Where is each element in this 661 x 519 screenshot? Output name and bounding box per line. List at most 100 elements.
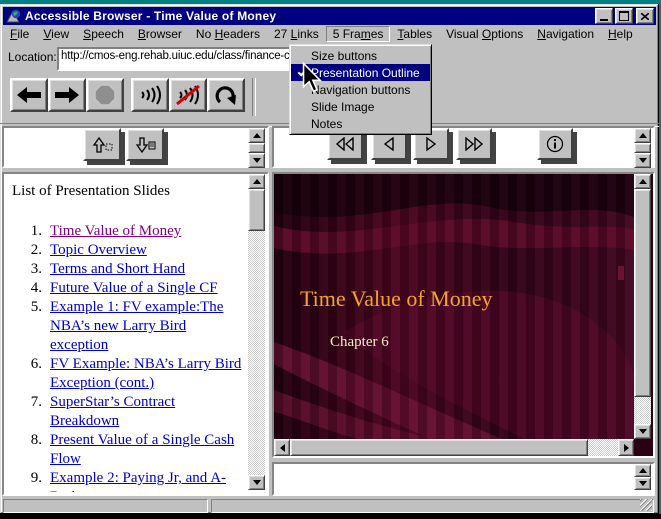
- speak-button[interactable]: [131, 78, 169, 112]
- menu-item-visual-options[interactable]: Visual Options: [439, 26, 530, 42]
- slide-list-item: 5.Example 1: FV example:The NBA’s new La…: [12, 298, 252, 355]
- last-slide-icon: [464, 137, 484, 151]
- reload-button[interactable]: [207, 78, 245, 112]
- status-bar-right: [211, 499, 654, 513]
- slide-list: 1.Time Value of Money2.Topic Overview3.T…: [12, 222, 252, 492]
- slide-link-topic-overview[interactable]: Topic Overview: [50, 241, 246, 260]
- menu-item-tables[interactable]: Tables: [390, 26, 439, 42]
- close-button[interactable]: [636, 8, 654, 24]
- menu-item-5-frames[interactable]: 5 Frames: [326, 26, 391, 42]
- title-bar: Accessible Browser - Time Value of Money: [3, 7, 656, 25]
- resize-grip[interactable]: [640, 499, 652, 511]
- down-arrow-icon: [639, 429, 647, 434]
- stop-sign-icon: [94, 84, 116, 106]
- slide-number: 8.: [12, 431, 42, 469]
- notes-frame: [272, 462, 655, 496]
- back-button[interactable]: [10, 78, 48, 112]
- scroll-left-button[interactable]: [274, 439, 290, 456]
- frames-menu-item-label: Slide Image: [311, 100, 374, 114]
- up-arrow-icon: [253, 133, 261, 138]
- frames-menu-item-label: Navigation buttons: [311, 83, 410, 97]
- menu-item-27-links[interactable]: 27 Links: [267, 26, 326, 42]
- scroll-down-button[interactable]: [634, 153, 651, 168]
- minimize-button[interactable]: [595, 8, 613, 24]
- slide-link-superstar-s-contract-breakdown[interactable]: SuperStar’s Contract Breakdown: [50, 393, 246, 431]
- scroll-down-button[interactable]: [248, 153, 265, 168]
- stop-button[interactable]: [86, 78, 124, 112]
- size-frame-scrollbar[interactable]: [248, 128, 265, 166]
- menu-item-navigation[interactable]: Navigation: [530, 26, 601, 42]
- last-slide-button[interactable]: [456, 128, 492, 160]
- slide-title: Time Value of Money: [300, 286, 493, 312]
- slide-vertical-scrollbar[interactable]: [634, 174, 651, 439]
- slide-number: 2.: [12, 241, 42, 260]
- slide-image: Time Value of Money Chapter 6: [274, 174, 636, 439]
- slide-link-time-value-of-money[interactable]: Time Value of Money: [50, 222, 246, 241]
- location-input[interactable]: http://cmos-eng.rehab.uiuc.edu/class/fin…: [57, 47, 296, 71]
- forward-arrow-icon: [54, 86, 80, 104]
- menu-item-help[interactable]: Help: [601, 26, 640, 42]
- slide-link-future-value-of-a-single-cf[interactable]: Future Value of a Single CF: [50, 279, 246, 298]
- scrollbar-thumb[interactable]: [290, 439, 588, 456]
- frames-menu-item-notes[interactable]: Notes: [291, 115, 430, 132]
- reload-arrow-icon: [215, 85, 237, 105]
- scroll-up-button[interactable]: [248, 128, 265, 143]
- scroll-down-button[interactable]: [634, 477, 651, 490]
- slide-list-item: 3. Terms and Short Hand: [12, 260, 252, 279]
- close-icon: [641, 13, 649, 20]
- slide-link-example-2-paying-jr-and-a-rod[interactable]: Example 2: Paying Jr, and A-Rod: [50, 469, 246, 492]
- frames-menu-item-label: Notes: [311, 117, 342, 131]
- menu-item-file[interactable]: File: [3, 26, 36, 42]
- scroll-up-button[interactable]: [634, 128, 651, 143]
- scroll-down-button[interactable]: [248, 475, 265, 490]
- decrease-size-icon: [134, 137, 156, 153]
- menu-item-speech[interactable]: Speech: [76, 26, 131, 42]
- scrollbar-thumb[interactable]: [248, 189, 265, 231]
- outline-scrollbar[interactable]: [248, 174, 265, 490]
- up-arrow-icon: [639, 468, 647, 473]
- frames-menu-item-label: Presentation Outline: [311, 66, 420, 80]
- scrollbar-thumb[interactable]: [248, 143, 265, 153]
- slide-link-example-1-fv-example-the-nba-s[interactable]: Example 1: FV example:The NBA’s new Larr…: [50, 298, 246, 355]
- stop-speech-button[interactable]: [169, 78, 207, 112]
- desktop: { "window": { "title": "Accessible Brows…: [0, 0, 661, 519]
- check-spacer: [295, 51, 311, 61]
- stop-speech-slash-icon: [176, 85, 200, 105]
- slide-number: 4.: [12, 279, 42, 298]
- scroll-right-button[interactable]: [618, 439, 634, 456]
- scroll-up-button[interactable]: [634, 464, 651, 477]
- slide-horizontal-scrollbar[interactable]: [274, 439, 634, 456]
- speak-waves-icon: [138, 85, 162, 105]
- scroll-up-button[interactable]: [634, 174, 651, 189]
- check-spacer: [295, 119, 311, 129]
- slide-link-present-value-of-a-single-cash[interactable]: Present Value of a Single Cash Flow: [50, 431, 246, 469]
- maximize-button[interactable]: [615, 8, 633, 24]
- slide-number: 7.: [12, 393, 42, 431]
- outline-heading: List of Presentation Slides: [12, 182, 252, 201]
- scrollbar-thumb[interactable]: [634, 189, 651, 397]
- menu-item-browser[interactable]: Browser: [131, 26, 189, 42]
- info-icon: [546, 135, 564, 153]
- info-button[interactable]: [537, 128, 573, 160]
- slide-list-item: 9.Example 2: Paying Jr, and A-Rod: [12, 469, 252, 492]
- menu-item-no-headers[interactable]: No Headers: [189, 26, 267, 42]
- slide-number: 3.: [12, 260, 42, 279]
- slide-link-fv-example-nba-s-larry-bird-ex[interactable]: FV Example: NBA’s Larry Bird Exception (…: [50, 355, 246, 393]
- notes-scrollbar[interactable]: [634, 464, 651, 490]
- scroll-up-button[interactable]: [248, 174, 265, 189]
- down-arrow-icon: [639, 481, 647, 486]
- forward-button[interactable]: [48, 78, 86, 112]
- slide-number: 6.: [12, 355, 42, 393]
- up-arrow-icon: [253, 179, 261, 184]
- scrollbar-thumb[interactable]: [634, 143, 651, 153]
- nav-frame-scrollbar[interactable]: [634, 128, 651, 166]
- location-label: Location:: [8, 50, 57, 64]
- frames-menu-item-slide-image[interactable]: Slide Image: [291, 98, 430, 115]
- slide-link-terms-and-short-hand[interactable]: Terms and Short Hand: [50, 260, 246, 279]
- menu-item-view[interactable]: View: [36, 26, 76, 42]
- decrease-size-button[interactable]: [126, 128, 164, 161]
- down-arrow-icon: [639, 158, 647, 163]
- increase-size-button[interactable]: [83, 128, 121, 161]
- scroll-down-button[interactable]: [634, 424, 651, 439]
- increase-size-icon: [91, 137, 113, 153]
